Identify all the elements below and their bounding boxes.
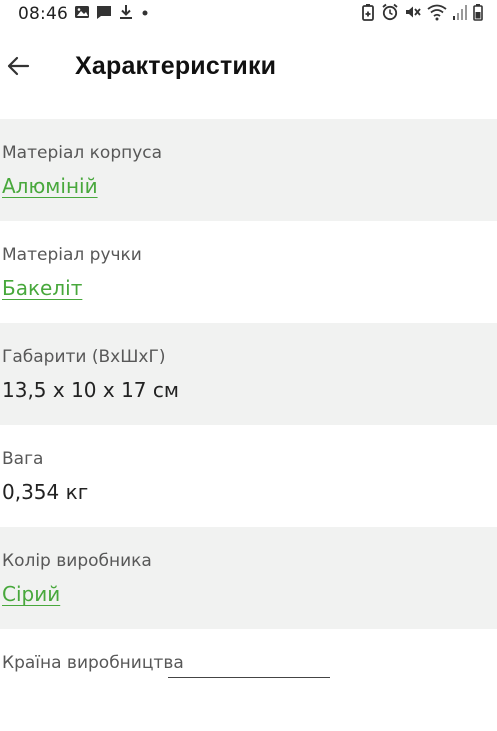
spec-label: Матеріал корпуса <box>2 143 163 163</box>
spec-value-link[interactable]: Алюміній <box>2 174 98 198</box>
spec-list: Матеріал корпуса Алюміній Матеріал ручки… <box>0 119 497 731</box>
app-header: Характеристики <box>0 38 497 102</box>
wifi-icon <box>427 3 447 25</box>
dot-icon <box>140 4 150 24</box>
message-icon <box>96 4 112 24</box>
status-right-icons <box>360 3 483 25</box>
spec-row-dimensions: Габарити (ВхШхГ) 13,5 х 10 х 17 см <box>0 323 497 425</box>
mute-icon <box>404 3 422 25</box>
spec-value-link[interactable]: Сірий <box>2 582 60 606</box>
spec-value: 13,5 х 10 х 17 см <box>2 378 179 402</box>
spec-row-color: Колір виробника Сірий <box>0 527 497 629</box>
spec-row-weight: Вага 0,354 кг <box>0 425 497 527</box>
battery-saver-icon <box>360 3 376 25</box>
battery-icon <box>473 3 483 25</box>
back-button[interactable] <box>4 52 32 80</box>
divider <box>168 677 330 678</box>
download-icon <box>118 4 134 24</box>
spec-value-link[interactable]: Бакеліт <box>2 276 82 300</box>
image-icon <box>74 4 90 24</box>
signal-icon <box>452 3 468 25</box>
spec-row-handle-material: Матеріал ручки Бакеліт <box>0 221 497 323</box>
spec-row-country: Країна виробництва <box>0 629 497 731</box>
status-bar: 08:46 <box>0 0 497 28</box>
status-left-icons <box>74 4 150 24</box>
status-time: 08:46 <box>18 4 68 24</box>
page-title: Характеристики <box>75 52 277 80</box>
spec-label: Матеріал ручки <box>2 245 142 265</box>
spec-row-body-material: Матеріал корпуса Алюміній <box>0 119 497 221</box>
spec-label: Колір виробника <box>2 551 152 571</box>
arrow-left-icon <box>7 56 30 76</box>
spec-label: Країна виробництва <box>2 653 184 673</box>
spec-label: Габарити (ВхШхГ) <box>2 347 166 367</box>
alarm-icon <box>381 3 399 25</box>
spec-value: 0,354 кг <box>2 480 89 504</box>
spec-label: Вага <box>2 449 44 469</box>
